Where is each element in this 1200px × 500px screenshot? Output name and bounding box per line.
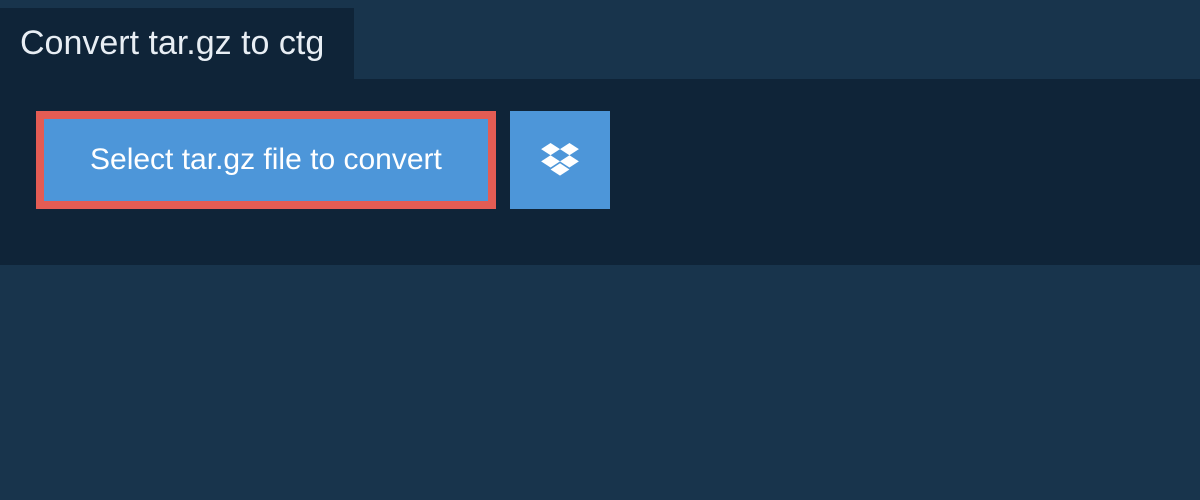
tab-header: Convert tar.gz to ctg xyxy=(0,8,354,79)
main-panel: Select tar.gz file to convert xyxy=(0,79,1200,265)
select-file-button[interactable]: Select tar.gz file to convert xyxy=(36,111,496,209)
select-file-label: Select tar.gz file to convert xyxy=(90,143,442,177)
dropbox-button[interactable] xyxy=(510,111,610,209)
dropbox-icon xyxy=(541,143,579,177)
page-title: Convert tar.gz to ctg xyxy=(20,24,324,63)
button-row: Select tar.gz file to convert xyxy=(36,111,1164,209)
